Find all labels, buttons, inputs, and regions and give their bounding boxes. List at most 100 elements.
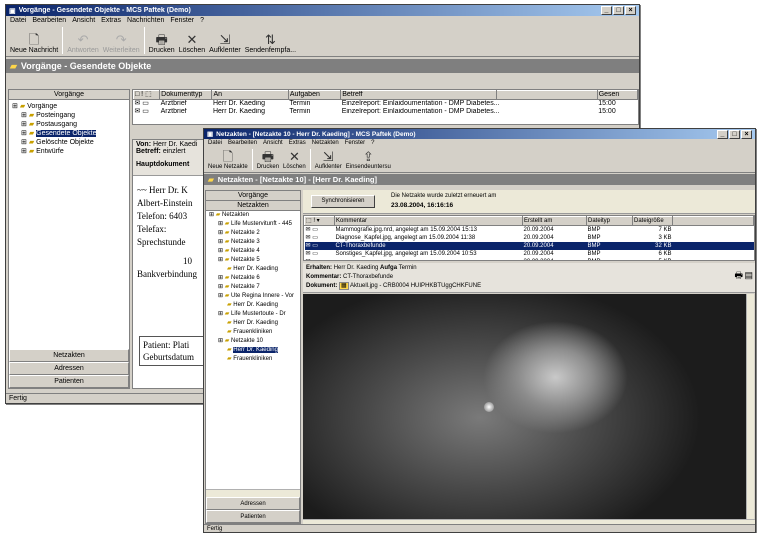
tree-item[interactable]: ⊞ ▰ Gelöschte Objekte: [9, 138, 129, 147]
tree-item[interactable]: ▰ Herr Dr. Kaeding: [206, 301, 300, 310]
menu-item[interactable]: Ansicht: [263, 140, 283, 146]
close-button[interactable]: ×: [741, 129, 752, 139]
col-task[interactable]: Aufgaben: [287, 90, 342, 100]
maximize-button[interactable]: □: [729, 129, 740, 139]
table-row[interactable]: ✉ ▭ 20.09.2004BMP5 KB: [305, 258, 754, 260]
toolbar-button[interactable]: ✕ Löschen: [283, 150, 306, 171]
expand-icon[interactable]: ⊞: [218, 248, 225, 254]
toolbar-button[interactable]: ⇲ Aufklenter: [209, 33, 241, 55]
expand-icon[interactable]: ⊞: [21, 121, 29, 128]
expand-icon[interactable]: ⊞: [218, 293, 225, 299]
menu-item[interactable]: Bearbeiten: [228, 140, 257, 146]
col-subject[interactable]: Betreff: [340, 90, 498, 100]
expand-icon[interactable]: ⊞: [218, 284, 225, 290]
toolbar-button[interactable]: ⇲ Aufklenter: [315, 150, 342, 171]
tree-item[interactable]: ⊞ ▰ Entwürfe: [9, 147, 129, 156]
expand-icon[interactable]: ⊞: [218, 257, 225, 263]
expand-icon[interactable]: ⊞: [12, 103, 20, 110]
toolbar-button[interactable]: ↶ Antworten: [67, 33, 99, 55]
close-button[interactable]: ×: [625, 6, 636, 15]
toolbar-button[interactable]: ✕ Löschen: [179, 33, 205, 55]
toolbar-button[interactable]: 🖶 Drucken: [257, 150, 279, 171]
col-comment[interactable]: Kommentar: [334, 216, 523, 226]
print-preview-icon[interactable]: 🖶: [735, 271, 744, 280]
table-row[interactable]: ✉ ▭ CT-Thoraxbefunde 20.09.2004 BMP 32 KB: [304, 242, 754, 250]
minimize-button[interactable]: _: [717, 129, 728, 139]
menu-item[interactable]: ?: [200, 17, 204, 24]
tree-item[interactable]: ⊞ ▰ Life Mustervitunft - 445: [206, 220, 300, 229]
tree-item[interactable]: ⊞ ▰ Life Mustertoute - Dr: [206, 310, 300, 319]
expand-icon[interactable]: ⊞: [218, 311, 225, 317]
tree-item[interactable]: ⊞ ▰ Netzakte 7: [206, 283, 300, 292]
col-flags[interactable]: □ ! ⬚: [133, 90, 161, 100]
maximize-button[interactable]: □: [613, 6, 624, 15]
mammography-image-viewer[interactable]: [303, 294, 746, 519]
nav-button-adressen[interactable]: Adressen: [206, 497, 300, 510]
menu-item[interactable]: Nachrichten: [127, 17, 164, 24]
tree-item[interactable]: ⊞ ▰ Netzakte 10: [206, 337, 300, 346]
expand-icon[interactable]: ⊞: [21, 148, 29, 155]
expand-icon[interactable]: ⊞: [218, 338, 225, 344]
document-value[interactable]: Aktuell.jpg - CRB0004 HUIPHKBTUggCHKFUNE: [350, 283, 481, 289]
col-to[interactable]: An: [211, 90, 289, 100]
menu-item[interactable]: Datei: [10, 17, 26, 24]
menu-item[interactable]: Netzakten: [312, 140, 339, 146]
menu-item[interactable]: Datei: [208, 140, 222, 146]
expand-icon[interactable]: ⊞: [218, 221, 225, 227]
col-flags[interactable]: ⬚ ! ▾: [304, 216, 335, 226]
tree-item[interactable]: ⊞ ▰ Posteingang: [9, 111, 129, 120]
tree-header[interactable]: Vorgänge: [206, 191, 300, 201]
toolbar-button[interactable]: ↷ Weiterleiten: [103, 33, 140, 55]
expand-icon[interactable]: ⊞: [218, 230, 225, 236]
toolbar-button[interactable]: ⇅ Sendenfempfa...: [245, 33, 296, 55]
table-row[interactable]: ✉ ▭ Mammografie.jpg.nrd, angelegt am 15.0…: [305, 226, 754, 235]
tree-item[interactable]: ⊞ ▰ Vorgänge: [9, 102, 129, 111]
tree-item[interactable]: ▰ Frauenkliniken: [206, 355, 300, 364]
nav-button-adressen[interactable]: Adressen: [9, 362, 129, 375]
nav-button-patienten[interactable]: Patienten: [206, 510, 300, 523]
toolbar-button[interactable]: ⇪ Einsendeuntersu: [346, 150, 391, 171]
menu-item[interactable]: Bearbeiten: [32, 17, 66, 24]
tree-item[interactable]: ⊞ ▰ Netzakten: [206, 211, 300, 220]
tree-item[interactable]: ▰ Herr Dr. Kaeding: [206, 265, 300, 274]
col-doctype[interactable]: Dokumenttyp: [159, 90, 213, 100]
table-row[interactable]: ✉ ▭ Diagnose_Kapfel.jpg, angelegt am 15.0…: [305, 234, 754, 242]
tree-item[interactable]: ▰ Frauenkliniken: [206, 328, 300, 337]
col-created[interactable]: Erstellt am: [522, 216, 587, 226]
menu-item[interactable]: Ansicht: [72, 17, 95, 24]
table-row[interactable]: ✉ ▭ Arztbrief Herr Dr. Kaeding Termin Einzel…: [134, 108, 638, 116]
menu-item[interactable]: ?: [371, 140, 374, 146]
expand-icon[interactable]: ⊞: [218, 275, 225, 281]
expand-icon[interactable]: ⊞: [218, 239, 225, 245]
table-row[interactable]: ✉ ▭ Arztbrief Herr Dr. Kaeding Termin Einzel…: [134, 100, 638, 109]
expand-icon[interactable]: ⊞: [209, 212, 216, 218]
table-row[interactable]: ✉ ▭ Sonstiges_Kapfel.jpg, angelegt am 15.…: [305, 250, 754, 258]
tree-item[interactable]: ⊞ ▰ Netzakte 5: [206, 256, 300, 265]
back-title-bar[interactable]: ▣ Vorgänge - Gesendete Objekte - MCS Paf…: [6, 5, 639, 16]
expand-icon[interactable]: ⊞: [21, 112, 29, 119]
tree-item[interactable]: ▰ Herr Dr. Kaeding: [206, 319, 300, 328]
save-icon[interactable]: ▤: [744, 271, 753, 280]
expand-icon[interactable]: ⊞: [21, 139, 29, 146]
tree-item[interactable]: ▰ Herr Dr. Kaeding: [206, 346, 300, 355]
tree-item[interactable]: ⊞ ▰ Postausgang: [9, 120, 129, 129]
sync-button[interactable]: Synchronisieren: [311, 195, 375, 208]
tree-item[interactable]: ⊞ ▰ Gesendete Objekte: [9, 129, 129, 138]
tree-subheader[interactable]: Netzakten: [206, 201, 300, 211]
col-filesize[interactable]: Dateigröße: [632, 216, 673, 226]
tree-horizontal-scrollbar[interactable]: [206, 489, 300, 497]
viewer-vertical-scrollbar[interactable]: [746, 294, 754, 519]
col-sent[interactable]: Gesen: [596, 90, 638, 100]
menu-item[interactable]: Extras: [289, 140, 306, 146]
tree-item[interactable]: ⊞ ▰ Ute Regina Innere - Vor: [206, 292, 300, 301]
tree-item[interactable]: ⊞ ▰ Netzakte 6: [206, 274, 300, 283]
toolbar-button[interactable]: 🖶 Drucken: [149, 33, 175, 55]
col-filetype[interactable]: Dateityp: [586, 216, 633, 226]
minimize-button[interactable]: _: [601, 6, 612, 15]
nav-button-netzakten[interactable]: Netzakten: [9, 349, 129, 362]
tree-item[interactable]: ⊞ ▰ Netzakte 3: [206, 238, 300, 247]
tree-item[interactable]: ⊞ ▰ Netzakte 4: [206, 247, 300, 256]
tree-item[interactable]: ⊞ ▰ Netzakte 2: [206, 229, 300, 238]
menu-item[interactable]: Extras: [101, 17, 121, 24]
toolbar-button[interactable]: 🗋 Neue Netzakte: [208, 150, 248, 171]
